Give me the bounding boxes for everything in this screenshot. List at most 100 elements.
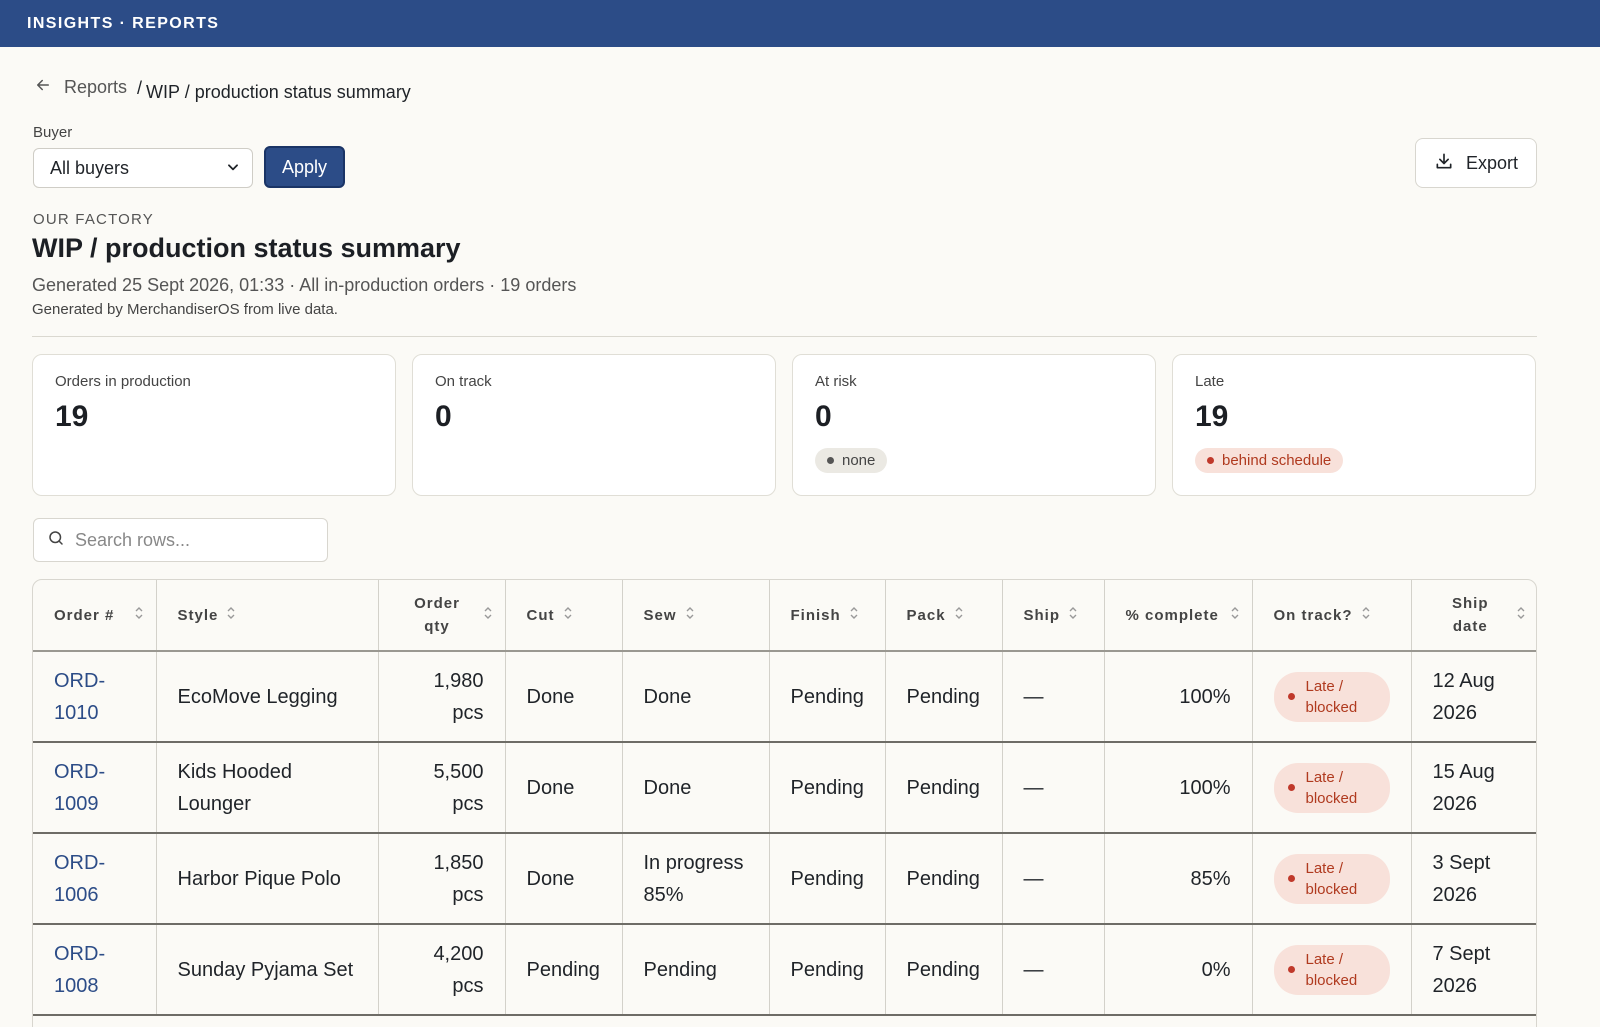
column-header-percent-complete[interactable]: % complete [1104, 580, 1253, 652]
column-header-pack[interactable]: Pack [885, 580, 1003, 652]
status-badge-label: Late / blocked [1305, 768, 1358, 807]
dot-icon [1287, 784, 1295, 791]
cell-cut: Pending [505, 924, 623, 1016]
kpi-label: At risk [815, 373, 857, 390]
sort-icon [1230, 606, 1240, 624]
cell-cut: Done [505, 833, 623, 925]
cell-style: Sunday Pyjama Set [156, 924, 379, 1016]
arrow-left-icon [34, 76, 52, 99]
report-meta: Generated 25 Sept 2026, 01:33 · All in-p… [32, 275, 577, 295]
column-header-order[interactable]: Order # [33, 580, 157, 652]
column-header-on-track[interactable]: On track? [1252, 580, 1412, 652]
column-header-finish[interactable]: Finish [769, 580, 886, 652]
cell-sew: In progress 85% [622, 833, 770, 925]
column-header-label: Order qty [414, 595, 460, 635]
column-header-label: Ship date [1452, 595, 1489, 635]
sort-icon [563, 606, 573, 624]
cell-finish: Pending [769, 651, 886, 743]
table-row: ORD-1010 EcoMove Legging 1,980 pcs Done … [33, 651, 1536, 743]
status-badge: behind schedule [1195, 448, 1344, 473]
cell-cut: Done [505, 742, 623, 834]
column-header-cut[interactable]: Cut [505, 580, 623, 652]
cell-percent-complete: 85% [1104, 833, 1253, 925]
cell-pack: Pending [885, 924, 1003, 1016]
cell-cut: Done [505, 651, 623, 743]
kpi-card-on-track: On track 0 [412, 354, 776, 496]
cell-finish: Pending [769, 833, 886, 925]
order-link[interactable]: ORD-1008 [54, 943, 105, 997]
column-header-label: Style [177, 606, 219, 624]
kpi-label: Late [1195, 373, 1225, 390]
dot-icon [827, 457, 834, 464]
column-header-label: Sew [643, 606, 677, 624]
cell-ship: — [1002, 833, 1105, 925]
dot-icon [1287, 875, 1295, 882]
cell-percent-complete: 100% [1104, 651, 1253, 743]
export-button[interactable]: Export [1415, 138, 1537, 188]
order-link[interactable]: ORD-1009 [54, 761, 105, 815]
divider [32, 336, 1537, 337]
order-link[interactable]: ORD-1006 [54, 852, 105, 906]
breadcrumb-separator: / [137, 78, 143, 98]
cell-percent-complete: 0% [1104, 924, 1253, 1016]
download-icon [1434, 151, 1454, 176]
cell-style: EcoMove Legging [156, 651, 379, 743]
cell-ship-date: 15 Aug 2026 [1411, 742, 1536, 834]
cell-pack: Pending [885, 651, 1003, 743]
breadcrumb-current: WIP / production status summary [146, 82, 411, 102]
column-header-label: On track? [1273, 606, 1353, 624]
table-row: ORD-1008 Sunday Pyjama Set 4,200 pcs Pen… [33, 924, 1536, 1016]
buyer-select[interactable]: All buyers [33, 148, 253, 188]
order-link[interactable]: ORD-1010 [54, 670, 105, 724]
buyer-select-value: All buyers [50, 157, 130, 178]
status-badge: Late / blocked [1273, 671, 1390, 722]
column-header-ship-date[interactable]: Ship date [1411, 580, 1536, 652]
cell-sew: Done [622, 742, 770, 834]
sort-icon [1068, 606, 1078, 624]
cell-finish: Pending [769, 924, 886, 1016]
cell-sew: Done [622, 651, 770, 743]
search-icon [47, 529, 65, 552]
column-header-qty[interactable]: Order qty [378, 580, 506, 652]
column-header-label: Cut [526, 606, 555, 624]
wip-table: Order # Style Order qty Cut Sew Finish P… [32, 579, 1537, 1027]
cell-qty: 1,850 pcs [378, 833, 506, 925]
search-input[interactable] [75, 529, 305, 551]
sort-icon [1516, 606, 1526, 624]
sort-icon [849, 606, 859, 624]
cell-ship: — [1002, 651, 1105, 743]
cell-finish: Pending [769, 742, 886, 834]
column-header-sew[interactable]: Sew [622, 580, 770, 652]
status-badge: Late / blocked [1273, 944, 1390, 995]
kpi-label: Orders in production [55, 373, 191, 390]
sort-icon [483, 606, 493, 624]
dot-icon [1207, 457, 1214, 464]
status-badge-label: none [842, 452, 876, 469]
column-header-style[interactable]: Style [156, 580, 379, 652]
cell-qty: 5,500 pcs [378, 742, 506, 834]
page-title: WIP / production status summary [32, 233, 461, 263]
kpi-value: 0 [815, 400, 832, 433]
column-header-label: Finish [790, 606, 841, 624]
sort-icon [1361, 606, 1371, 624]
sort-icon [226, 606, 236, 624]
column-header-label: % complete [1125, 606, 1219, 624]
cell-percent-complete: 100% [1104, 742, 1253, 834]
status-badge: none [815, 448, 888, 473]
kpi-value: 19 [55, 400, 89, 433]
column-header-ship[interactable]: Ship [1002, 580, 1105, 652]
report-source-note: Generated by MerchandiserOS from live da… [32, 301, 338, 318]
apply-button[interactable]: Apply [264, 146, 345, 188]
sort-icon [685, 606, 695, 624]
status-badge-label: behind schedule [1222, 452, 1332, 469]
table-header-row: Order # Style Order qty Cut Sew Finish P… [33, 580, 1536, 652]
kpi-value: 19 [1195, 400, 1229, 433]
dot-icon [1287, 966, 1295, 973]
export-label: Export [1465, 152, 1519, 173]
status-badge-label: Late / blocked [1305, 677, 1358, 716]
status-badge: Late / blocked [1273, 762, 1390, 813]
cell-ship-date: 12 Aug 2026 [1411, 651, 1536, 743]
cell-style: Harbor Pique Polo [156, 833, 379, 925]
breadcrumb-back-link[interactable]: Reports [34, 76, 127, 99]
kpi-label: On track [435, 373, 492, 390]
